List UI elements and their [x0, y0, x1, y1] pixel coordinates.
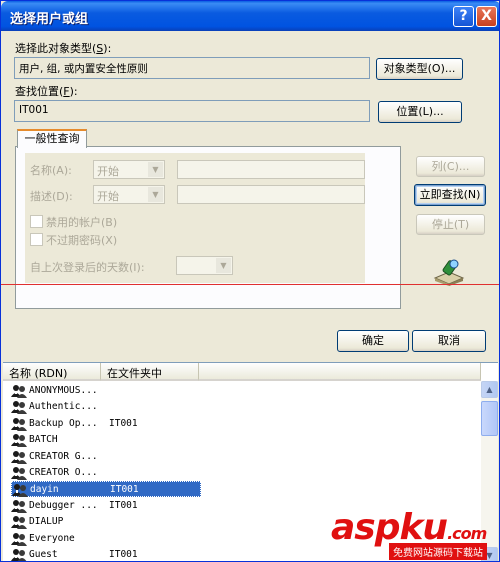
row-name: Debugger ... — [29, 499, 98, 511]
location-field: IT001 — [14, 100, 370, 122]
title-bar[interactable]: 选择用户或组 ? X — [1, 1, 499, 31]
user-group-icon — [11, 401, 27, 415]
column-header-name[interactable]: 名称 (RDN) — [3, 363, 101, 381]
row-folder: IT001 — [110, 484, 139, 496]
row-name: CREATOR G... — [29, 450, 98, 462]
row-name: CREATOR O... — [29, 467, 98, 478]
columns-button[interactable]: 列(C)... — [416, 156, 485, 177]
aspku-watermark-logo: aspku.com — [331, 507, 487, 548]
cancel-button[interactable]: 取消 — [412, 330, 486, 352]
location-label: 查找位置(F): — [15, 83, 78, 99]
watermark-main-text: aspku — [331, 507, 448, 548]
table-row[interactable]: CREATOR G... — [11, 449, 201, 465]
table-row[interactable]: Backup Op... IT001 — [11, 416, 201, 432]
days-since-login-select[interactable]: ▼ — [176, 256, 233, 275]
column-header-empty — [199, 363, 481, 381]
object-types-button[interactable]: 对象类型(O)... — [376, 58, 463, 80]
divider-line — [1, 284, 499, 285]
disabled-accounts-label: 禁用的帐户(B) — [46, 216, 118, 229]
non-expiring-password-checkbox[interactable] — [30, 233, 43, 246]
name-mode-select[interactable]: 开始 ▼ — [93, 160, 165, 179]
row-name: BATCH — [29, 434, 58, 446]
disabled-accounts-checkbox[interactable] — [30, 215, 43, 228]
days-since-login-label: 自上次登录后的天数(I): — [30, 261, 145, 274]
watermark-suffix: .com — [447, 524, 487, 543]
user-group-icon — [12, 484, 28, 498]
row-name: dayin — [30, 484, 59, 496]
table-row[interactable]: DIALUP — [11, 514, 201, 530]
row-folder: IT001 — [109, 499, 138, 511]
table-row[interactable]: BATCH — [11, 432, 201, 448]
description-input[interactable] — [177, 185, 365, 204]
row-folder: IT001 — [109, 549, 138, 560]
location-label-end: ): — [69, 85, 78, 98]
user-group-icon — [11, 467, 27, 480]
name-mode-value: 开始 — [97, 165, 119, 178]
table-row[interactable]: Guest IT001 — [11, 547, 201, 561]
row-name: Authentic... — [29, 401, 98, 413]
chevron-down-icon: ▼ — [148, 187, 163, 202]
table-row[interactable]: Authentic... — [11, 399, 201, 415]
chevron-down-icon: ▼ — [148, 162, 163, 177]
select-users-dialog: 选择用户或组 ? X 选择此对象类型(S): 用户, 组, 或内置安全性原则 对… — [0, 0, 500, 562]
table-row[interactable]: Everyone — [11, 531, 201, 547]
object-types-field: 用户, 组, 或内置安全性原则 — [14, 57, 370, 79]
user-group-icon — [11, 516, 27, 530]
user-group-icon — [11, 450, 27, 464]
search-flashlight-icon — [433, 259, 465, 286]
help-button[interactable]: ? — [453, 6, 474, 27]
find-now-button[interactable]: 立即查找(N) — [414, 184, 486, 206]
row-name: ANONYMOUS... — [29, 385, 98, 396]
object-types-label-text: 选择此对象类型( — [15, 42, 97, 55]
description-label: 描述(D): — [30, 190, 73, 203]
table-row[interactable]: CREATOR O... — [11, 465, 201, 481]
table-row[interactable]: ANONYMOUS... — [11, 383, 201, 399]
description-mode-value: 开始 — [97, 190, 119, 203]
row-name: Guest — [29, 549, 58, 560]
user-group-icon — [11, 385, 27, 398]
stop-button[interactable]: 停止(T) — [416, 214, 485, 235]
row-folder: IT001 — [109, 417, 138, 429]
object-types-label: 选择此对象类型(S): — [15, 40, 111, 56]
table-row[interactable]: Debugger ... IT001 — [11, 498, 201, 514]
row-name: Everyone — [29, 532, 75, 544]
chevron-down-icon: ▼ — [216, 258, 231, 273]
scroll-thumb[interactable] — [481, 401, 498, 436]
non-expiring-password-label: 不过期密码(X) — [46, 234, 118, 247]
watermark-subtitle: 免费网站源码下载站 — [389, 543, 487, 560]
tab-general-query[interactable]: 一般性查询 — [17, 129, 87, 148]
user-group-icon — [11, 499, 27, 513]
row-name: DIALUP — [29, 516, 64, 528]
user-group-icon — [11, 434, 27, 448]
column-header-folder[interactable]: 在文件夹中 — [101, 363, 199, 381]
location-label-text: 查找位置( — [15, 85, 64, 98]
window-title: 选择用户或组 — [10, 12, 89, 27]
scroll-up-icon[interactable]: ▲ — [481, 381, 498, 398]
object-types-label-end: ): — [103, 42, 112, 55]
location-button[interactable]: 位置(L)... — [378, 101, 462, 123]
name-input[interactable] — [177, 160, 365, 179]
user-group-icon — [11, 532, 27, 546]
row-name: Backup Op... — [29, 417, 98, 429]
ok-button[interactable]: 确定 — [337, 330, 409, 352]
description-mode-select[interactable]: 开始 ▼ — [93, 185, 165, 204]
user-group-icon — [11, 549, 27, 561]
close-button[interactable]: X — [476, 6, 497, 27]
name-label: 名称(A): — [30, 164, 72, 177]
user-group-icon — [11, 417, 27, 431]
table-row[interactable]: dayin IT001 — [11, 481, 201, 498]
